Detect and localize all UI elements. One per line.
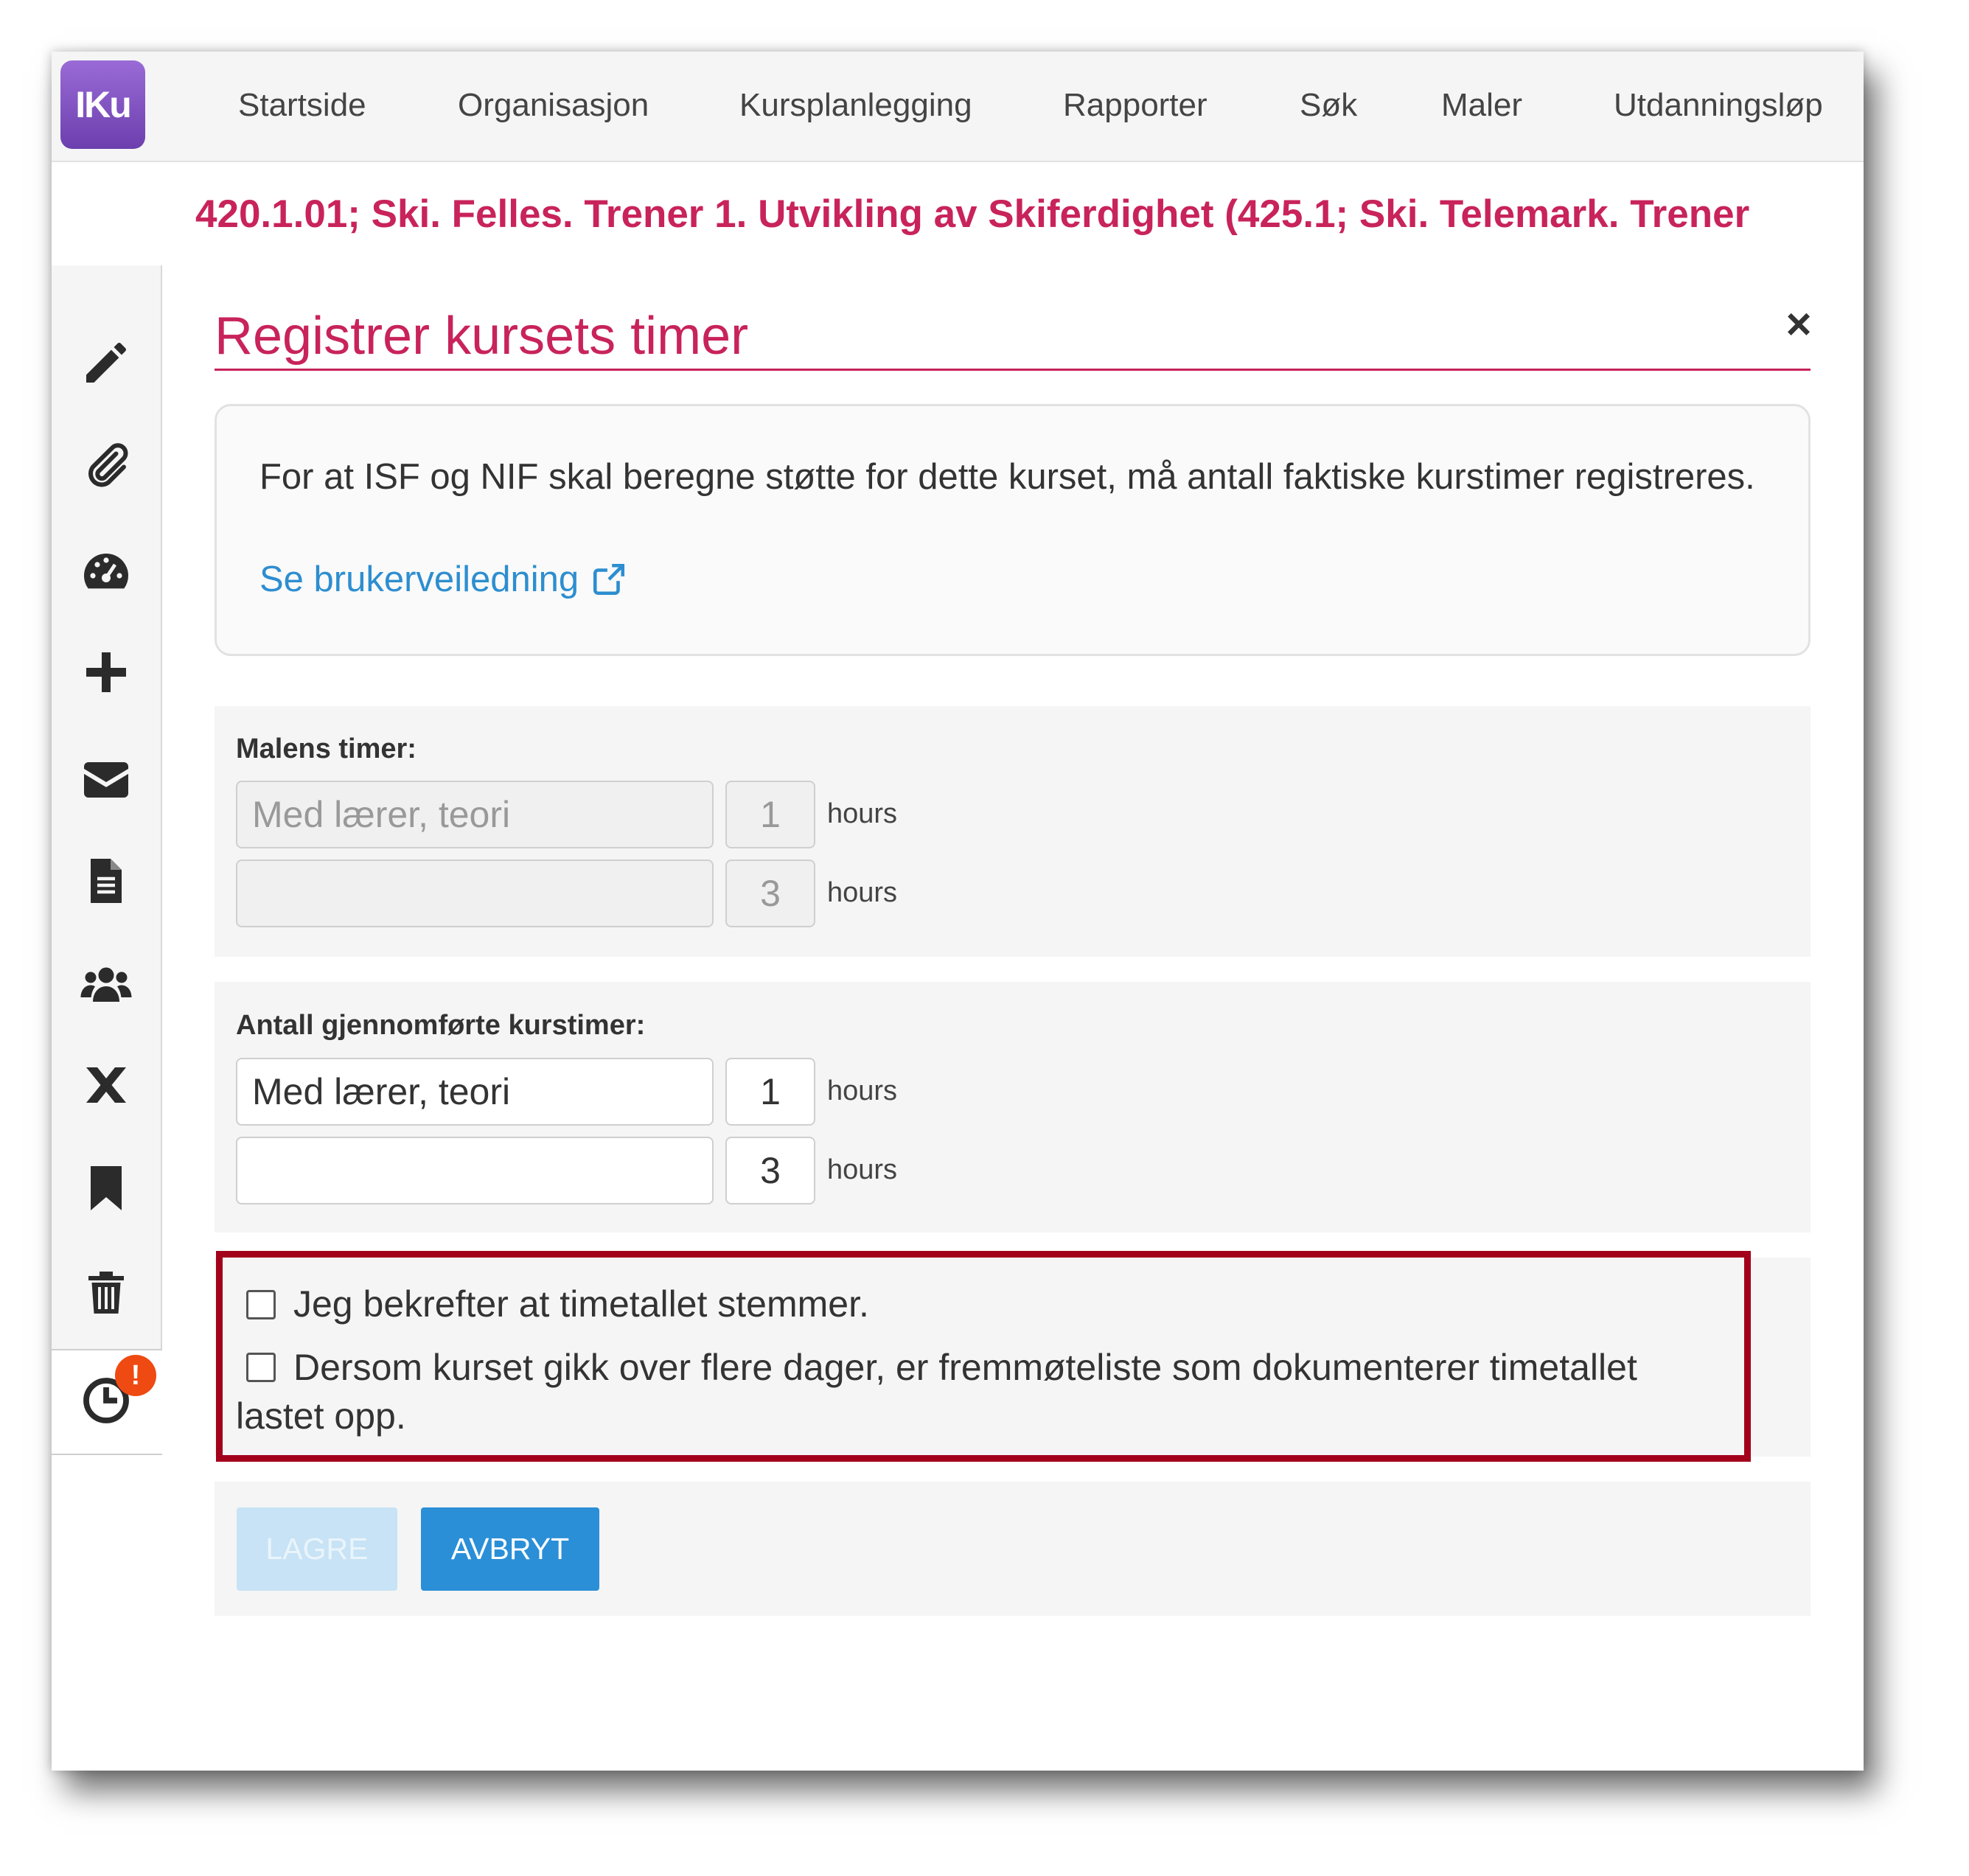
- completed-unit-1: hours: [827, 1075, 898, 1106]
- title-divider: [215, 369, 1811, 371]
- completed-type-field-2[interactable]: [236, 1137, 714, 1204]
- nav-organisasjon[interactable]: Organisasjon: [458, 87, 649, 124]
- info-text: For at ISF og NIF skal beregne støtte fo…: [259, 457, 1755, 497]
- users-icon[interactable]: [68, 955, 144, 1014]
- cross-icon[interactable]: [68, 1056, 144, 1115]
- guide-link[interactable]: Se brukerveiledning: [259, 559, 627, 600]
- completed-type-field-1[interactable]: Med lærer, teori: [236, 1058, 714, 1126]
- completed-hours-label: Antall gjennomførte kurstimer:: [236, 1010, 646, 1041]
- top-navbar: IKu Startside Organisasjon Kursplanleggi…: [52, 52, 1864, 162]
- nav-utdanningslop[interactable]: Utdanningsløp: [1614, 87, 1823, 124]
- close-icon[interactable]: ×: [1777, 302, 1821, 346]
- bookmark-icon[interactable]: [68, 1159, 144, 1218]
- pencil-icon[interactable]: [68, 333, 144, 392]
- nav-maler[interactable]: Maler: [1441, 87, 1522, 124]
- completed-hours-field-2[interactable]: 3: [725, 1137, 815, 1204]
- course-title: 420.1.01; Ski. Felles. Trener 1. Utvikli…: [195, 192, 1750, 236]
- trash-icon[interactable]: [68, 1262, 144, 1321]
- template-hours-label: Malens timer:: [236, 733, 417, 764]
- template-type-field-2: [236, 859, 714, 927]
- panel-title: Registrer kursets timer: [215, 307, 749, 366]
- alert-badge: !: [115, 1355, 156, 1396]
- completed-unit-2: hours: [827, 1154, 898, 1185]
- save-button[interactable]: LAGRE: [237, 1507, 397, 1591]
- guide-link-label[interactable]: Se brukerveiledning: [259, 559, 579, 600]
- nav-startside[interactable]: Startside: [238, 87, 366, 124]
- nav-kursplanlegging[interactable]: Kursplanlegging: [739, 87, 972, 124]
- envelope-icon[interactable]: [68, 750, 144, 809]
- nav-sok[interactable]: Søk: [1300, 87, 1357, 124]
- app-window: IKu Startside Organisasjon Kursplanleggi…: [52, 52, 1864, 1771]
- document-icon[interactable]: [68, 851, 144, 910]
- external-link-icon: [593, 563, 625, 596]
- completed-hours-field-1[interactable]: 1: [725, 1058, 815, 1126]
- nav-rapporter[interactable]: Rapporter: [1063, 87, 1207, 124]
- highlight-frame: [216, 1251, 1751, 1462]
- plus-icon[interactable]: [68, 643, 144, 702]
- template-hours-field-2: 3: [725, 859, 815, 927]
- info-box: [215, 404, 1811, 656]
- template-unit-1: hours: [827, 798, 898, 829]
- dashboard-icon[interactable]: [68, 542, 144, 601]
- template-hours-field-1: 1: [725, 781, 815, 848]
- paperclip-icon[interactable]: [68, 436, 144, 495]
- template-unit-2: hours: [827, 877, 898, 908]
- cancel-button[interactable]: AVBRYT: [421, 1507, 599, 1591]
- sidebar: !: [52, 265, 162, 1771]
- app-logo[interactable]: IKu: [60, 60, 145, 149]
- template-type-field-1: Med lærer, teori: [236, 781, 714, 848]
